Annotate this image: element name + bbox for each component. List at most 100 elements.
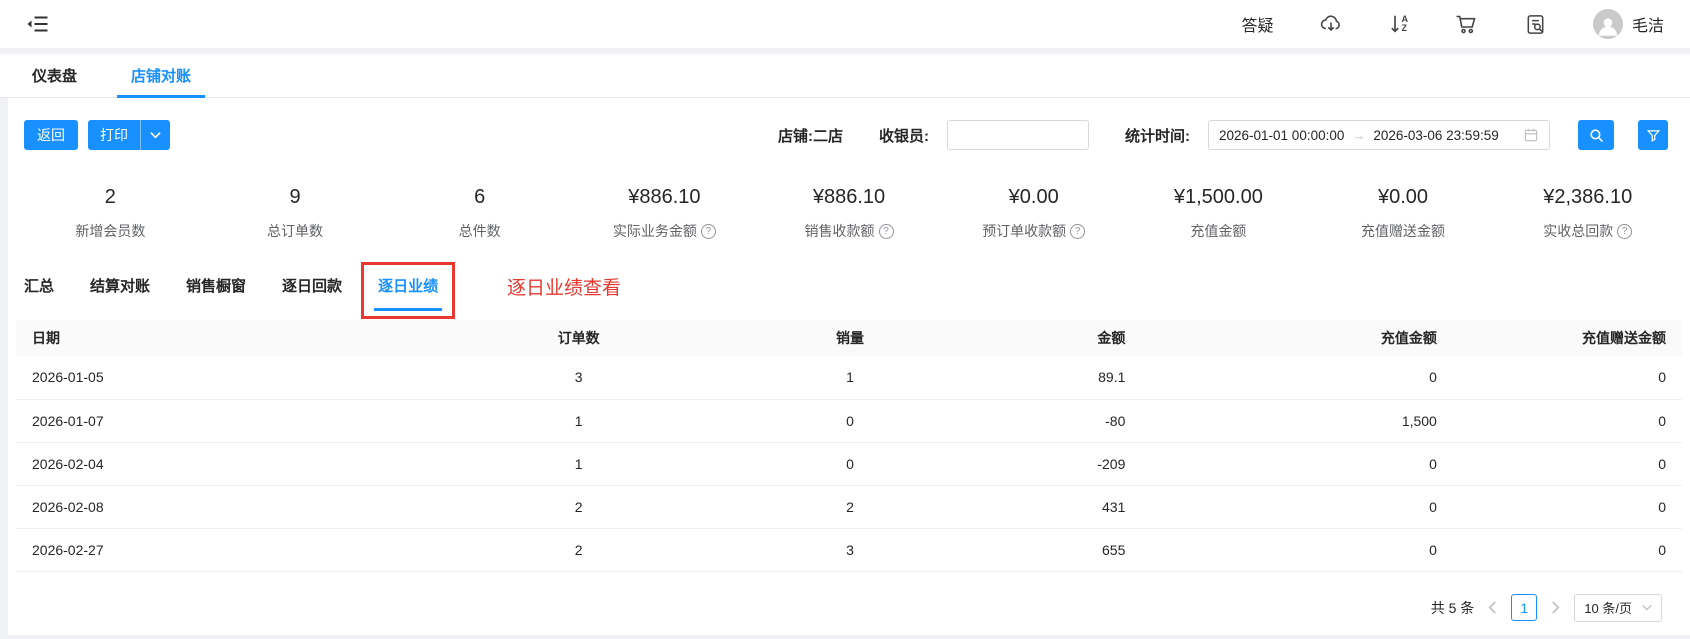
cell-sales-qty: 0 [699,399,1001,443]
content-card: 返回 打印 店铺:二店 收银员: 统计时间: 2026-01-01 00:00:… [8,98,1690,635]
arrow-right-icon: → [1352,127,1366,143]
help-icon[interactable]: ? [1617,223,1633,239]
store-filter-label: 店铺:二店 [778,127,843,145]
print-split-button[interactable]: 打印 [88,120,170,150]
menu-fold-icon[interactable] [26,12,50,36]
stat-value: ¥0.00 [1008,186,1059,208]
stats-row: 2 新增会员数 9 总订单数 6 总件数 ¥886.10 实际业务金额 ? ¥8… [8,150,1690,241]
pagination-total: 共 5 条 [1430,599,1475,616]
pagination-page-1[interactable]: 1 [1511,594,1538,621]
stat-new-members: 2 新增会员数 [18,186,203,241]
column-header-date: 日期 [16,320,459,356]
stat-label: 预订单收款额 [982,223,1067,239]
chevron-down-icon[interactable] [141,131,170,139]
cashier-input[interactable] [947,120,1089,150]
cell-date: 2026-01-07 [16,399,459,443]
stat-label: 实收总回款 [1543,223,1614,239]
document-search-icon[interactable] [1524,13,1547,36]
stat-value: ¥886.10 [628,186,701,208]
main-tabbar: 仪表盘 店铺对账 [0,54,1690,98]
help-icon[interactable]: ? [878,223,894,239]
subtab-daily-performance[interactable]: 逐日业绩 [361,262,456,319]
back-button[interactable]: 返回 [24,120,78,150]
stat-label: 充值赠送金额 [1361,223,1446,239]
cell-amount: 655 [1000,528,1142,572]
cell-orders: 2 [458,485,700,529]
help-icon[interactable]: ? [700,223,716,239]
cell-recharge-gift: 0 [1452,485,1682,529]
stat-value: ¥1,500.00 [1173,186,1263,208]
cell-orders: 1 [458,399,700,443]
user-menu[interactable]: 毛洁 [1592,9,1664,39]
tab-dashboard[interactable]: 仪表盘 [18,54,91,97]
cell-date: 2026-02-27 [16,528,459,572]
cell-sales-qty: 0 [699,442,1001,486]
chevron-down-icon [1642,604,1652,611]
date-end-value: 2026-03-06 23:59:59 [1373,127,1499,143]
stat-label: 总订单数 [267,223,323,239]
time-filter-label: 统计时间: [1125,127,1190,145]
table-row: 2026-01-07 1 0 -80 1,500 0 [16,399,1682,443]
cell-recharge: 0 [1141,356,1453,400]
cell-sales-qty: 3 [699,528,1001,572]
filter-button[interactable] [1638,120,1668,150]
stat-total-received: ¥2,386.10 实收总回款 ? [1495,186,1680,241]
subtab-daily-collection[interactable]: 逐日回款 [282,275,342,296]
stat-sales-receipts: ¥886.10 销售收款额 ? [757,186,942,241]
stat-label: 充值金额 [1190,223,1247,239]
qa-link[interactable]: 答疑 [1241,12,1273,36]
cell-orders: 3 [458,356,700,400]
tab-store-reconciliation[interactable]: 店铺对账 [117,54,206,98]
cell-date: 2026-01-05 [16,356,459,400]
cell-recharge: 0 [1141,528,1453,572]
subtabs-row: 汇总 结算对账 销售橱窗 逐日回款 逐日业绩 逐日业绩查看 [8,241,1690,319]
subtab-sales-window[interactable]: 销售橱窗 [186,275,246,296]
help-icon[interactable]: ? [1070,223,1086,239]
chevron-right-icon[interactable] [1549,599,1562,616]
avatar [1592,9,1623,39]
topbar: 答疑 A Z 毛洁 [0,0,1690,48]
stat-label: 新增会员数 [75,223,146,239]
cell-recharge: 0 [1141,485,1453,529]
table-row: 2026-01-05 3 1 89.1 0 0 [16,356,1682,400]
stat-total-orders: 9 总订单数 [203,186,388,241]
sort-az-icon[interactable]: A Z [1389,13,1408,35]
cell-orders: 2 [458,528,700,572]
stat-total-items: 6 总件数 [387,186,572,241]
stat-value: 6 [474,186,486,208]
cell-amount: 431 [1000,485,1142,529]
table-row: 2026-02-08 2 2 431 0 0 [16,485,1682,529]
table-row: 2026-02-27 2 3 655 0 0 [16,528,1682,572]
stat-value: ¥886.10 [812,186,886,208]
stat-actual-business-amount: ¥886.10 实际业务金额 ? [572,186,757,241]
chevron-left-icon[interactable] [1486,599,1499,616]
page-size-select[interactable]: 10 条/页 [1574,593,1662,622]
toolbar: 返回 打印 店铺:二店 收银员: 统计时间: 2026-01-01 00:00:… [8,98,1690,150]
shopping-cart-icon[interactable] [1454,12,1478,36]
tab-dashboard-label: 仪表盘 [32,68,78,85]
cloud-download-icon[interactable] [1319,12,1343,36]
user-name: 毛洁 [1631,18,1664,35]
cell-recharge-gift: 0 [1452,528,1682,572]
cell-recharge-gift: 0 [1452,356,1682,400]
date-range-picker[interactable]: 2026-01-01 00:00:00 → 2026-03-06 23:59:5… [1208,120,1550,150]
subtab-summary[interactable]: 汇总 [24,275,54,296]
sort-letter-z: Z [1401,23,1407,33]
cell-recharge-gift: 0 [1452,442,1682,486]
annotation-text: 逐日业绩查看 [507,278,622,299]
subtab-daily-performance-label: 逐日业绩 [378,278,439,295]
calendar-icon [1523,127,1539,143]
column-header-recharge: 充值金额 [1141,320,1453,356]
stat-value: 9 [289,186,301,208]
subtab-settlement[interactable]: 结算对账 [90,275,150,296]
pagination: 共 5 条 1 10 条/页 [8,572,1690,622]
tab-store-reconciliation-label: 店铺对账 [131,68,192,85]
stat-label: 总件数 [458,223,501,239]
search-button[interactable] [1578,120,1614,150]
stat-label: 实际业务金额 [612,223,697,239]
cell-date: 2026-02-08 [16,485,459,529]
stat-value: ¥0.00 [1378,186,1429,208]
cell-amount: 89.1 [1000,356,1142,400]
stat-value: ¥2,386.10 [1543,186,1633,208]
table-header-row: 日期 订单数 销量 金额 充值金额 充值赠送金额 [16,320,1682,356]
